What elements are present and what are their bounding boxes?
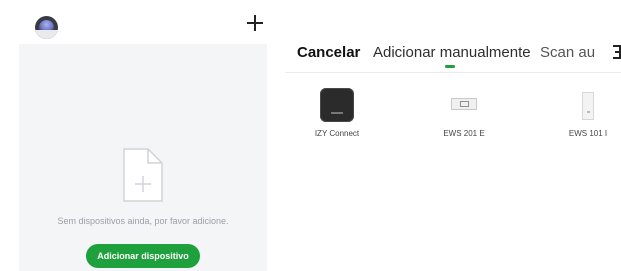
hub-device-icon [320,88,354,122]
left-header [19,0,267,44]
cancel-button[interactable]: Cancelar [297,44,360,61]
device-item-ews-201-e[interactable]: EWS 201 E [424,82,504,142]
empty-state-message: Sem dispositivos ainda, por favor adicio… [57,216,229,226]
add-device-panel: Cancelar Adicionar manualmente Scan au I… [285,0,621,271]
tab-auto-scan[interactable]: Scan au [540,44,613,61]
add-device-button[interactable]: Adicionar dispositivo [86,244,200,268]
blank-file-plus-icon [123,148,163,202]
active-tab-indicator [445,65,455,68]
wall-switch-icon [582,92,594,120]
user-avatar[interactable] [35,16,58,39]
device-item-ews-101-i[interactable]: EWS 101 I [548,82,621,142]
tab-add-manually[interactable]: Adicionar manualmente [373,44,531,61]
device-label: EWS 201 E [443,129,485,138]
add-device-plus-icon[interactable] [247,15,263,31]
device-list-panel: Sem dispositivos ainda, por favor adicio… [19,0,267,271]
device-label: IZY Connect [314,129,360,138]
device-item-izy-connect[interactable]: IZY Connect [297,82,377,142]
relay-module-icon [451,98,477,110]
tabs-divider [285,72,621,73]
scan-icon[interactable] [612,45,621,59]
device-label: EWS 101 I [568,129,608,138]
